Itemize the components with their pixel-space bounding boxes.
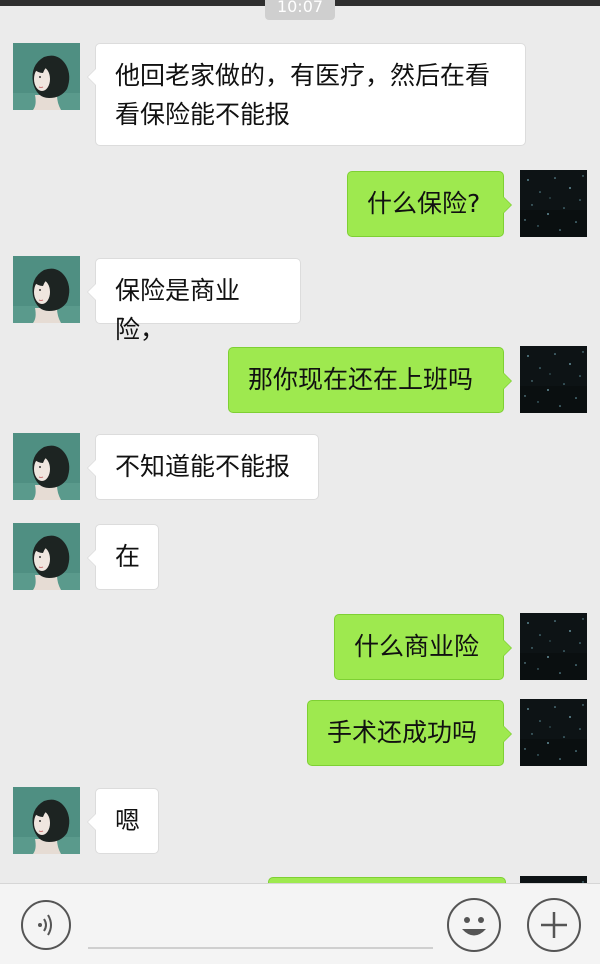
message-bubble[interactable]: 什么保险? (347, 171, 512, 237)
self-avatar[interactable] (520, 699, 587, 766)
more-button[interactable] (527, 898, 581, 952)
message-input[interactable] (88, 947, 433, 949)
self-avatar[interactable] (520, 346, 587, 413)
contact-avatar[interactable] (13, 523, 80, 590)
message-bubble[interactable]: 那你现在还在上班吗 (228, 347, 512, 413)
message-text: 他回老家做的，有医疗，然后在看 (115, 61, 491, 90)
contact-avatar[interactable] (13, 43, 80, 110)
contact-avatar[interactable] (13, 256, 80, 323)
message-bubble[interactable]: 手术还成功吗 (307, 700, 512, 766)
message-bubble[interactable]: 不知道能不能报 (87, 434, 319, 500)
emoji-button[interactable] (447, 898, 501, 952)
self-avatar[interactable] (520, 170, 587, 237)
message-bubble[interactable]: 保险是商业险， (87, 258, 301, 344)
message-bubble[interactable]: 他回老家做的，有医疗，然后在看 看保险能不能报 (87, 43, 526, 146)
message-text: 看保险能不能报 (115, 100, 291, 129)
self-avatar[interactable] (520, 613, 587, 680)
voice-icon (38, 914, 52, 936)
emoji-icon (462, 917, 486, 936)
message-bubble[interactable]: 在 (87, 524, 159, 590)
input-bar (0, 883, 600, 964)
timestamp: 10:07 (265, 0, 335, 20)
contact-avatar[interactable] (13, 433, 80, 500)
plus-icon (541, 912, 567, 938)
contact-avatar[interactable] (13, 787, 80, 854)
voice-button[interactable] (21, 900, 71, 950)
message-bubble[interactable]: 嗯 (87, 788, 159, 854)
message-bubble[interactable]: 什么商业险 (334, 614, 512, 680)
